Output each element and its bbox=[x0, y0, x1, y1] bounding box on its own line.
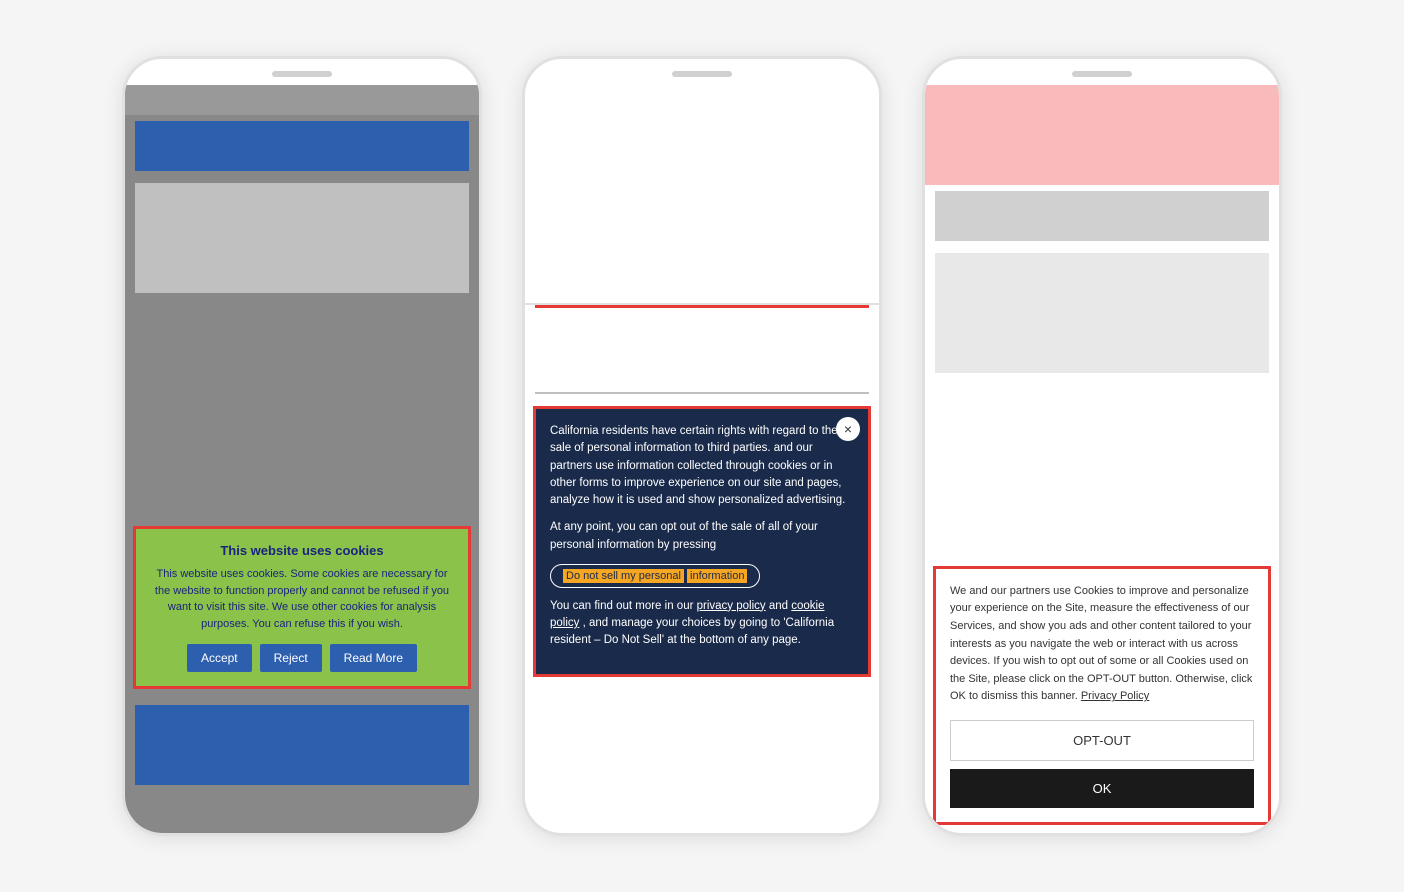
phone-3: We and our partners use Cookies to impro… bbox=[922, 56, 1282, 836]
p3-spacer bbox=[925, 379, 1279, 566]
phone-1: This website uses cookies This website u… bbox=[122, 56, 482, 836]
p3-light-block bbox=[935, 253, 1269, 373]
p2-content-lines bbox=[525, 308, 879, 388]
cookie-banner-green: This website uses cookies This website u… bbox=[133, 526, 471, 689]
cookie-title: This website uses cookies bbox=[148, 543, 456, 558]
close-icon: × bbox=[844, 421, 852, 437]
read-more-button[interactable]: Read More bbox=[330, 644, 417, 672]
dont-sell-button[interactable]: Do not sell my personal information bbox=[550, 564, 760, 588]
information-highlight: information bbox=[687, 569, 747, 583]
cookie-banner-right: We and our partners use Cookies to impro… bbox=[933, 566, 1271, 825]
close-button[interactable]: × bbox=[836, 417, 860, 441]
opt-out-button[interactable]: OPT-OUT bbox=[950, 720, 1254, 761]
cookie-para1: California residents have certain rights… bbox=[550, 423, 854, 509]
cookie-buttons: Accept Reject Read More bbox=[148, 644, 456, 672]
p1-spacer bbox=[125, 299, 479, 526]
phone-3-screen: We and our partners use Cookies to impro… bbox=[925, 85, 1279, 833]
phone-2-speaker bbox=[672, 71, 732, 77]
cookie-banner-dark: × California residents have certain righ… bbox=[533, 406, 871, 677]
cookie-desc-right: We and our partners use Cookies to impro… bbox=[950, 583, 1254, 706]
p1-bottom-blue bbox=[135, 705, 469, 785]
p3-gray-block bbox=[935, 191, 1269, 241]
phone-1-content: This website uses cookies This website u… bbox=[125, 85, 479, 833]
p1-bottom-gray bbox=[135, 793, 469, 823]
phone-3-speaker bbox=[1072, 71, 1132, 77]
p3-pink-block bbox=[925, 85, 1279, 185]
phone-2-screen: × California residents have certain righ… bbox=[525, 85, 879, 833]
cookie-para3: You can find out more in our privacy pol… bbox=[550, 598, 854, 650]
p2-white-block bbox=[525, 85, 879, 305]
p1-gray-bar bbox=[125, 85, 479, 115]
privacy-policy-link[interactable]: privacy policy bbox=[697, 600, 766, 612]
phone-3-content: We and our partners use Cookies to impro… bbox=[925, 85, 1279, 833]
phone-2-content: × California residents have certain righ… bbox=[525, 85, 879, 833]
cookie-desc: This website uses cookies. Some cookies … bbox=[148, 566, 456, 632]
ok-button[interactable]: OK bbox=[950, 769, 1254, 808]
phone-1-speaker bbox=[272, 71, 332, 77]
reject-button[interactable]: Reject bbox=[260, 644, 322, 672]
p1-blue-bar bbox=[135, 121, 469, 171]
p1-content-block bbox=[135, 183, 469, 293]
privacy-policy-link-3[interactable]: Privacy Policy bbox=[1081, 690, 1149, 702]
phone-2: × California residents have certain righ… bbox=[522, 56, 882, 836]
p2-gray-line bbox=[535, 392, 869, 394]
cookie-para2: At any point, you can opt out of the sal… bbox=[550, 519, 854, 554]
accept-button[interactable]: Accept bbox=[187, 644, 252, 672]
phone-1-screen: This website uses cookies This website u… bbox=[125, 85, 479, 833]
